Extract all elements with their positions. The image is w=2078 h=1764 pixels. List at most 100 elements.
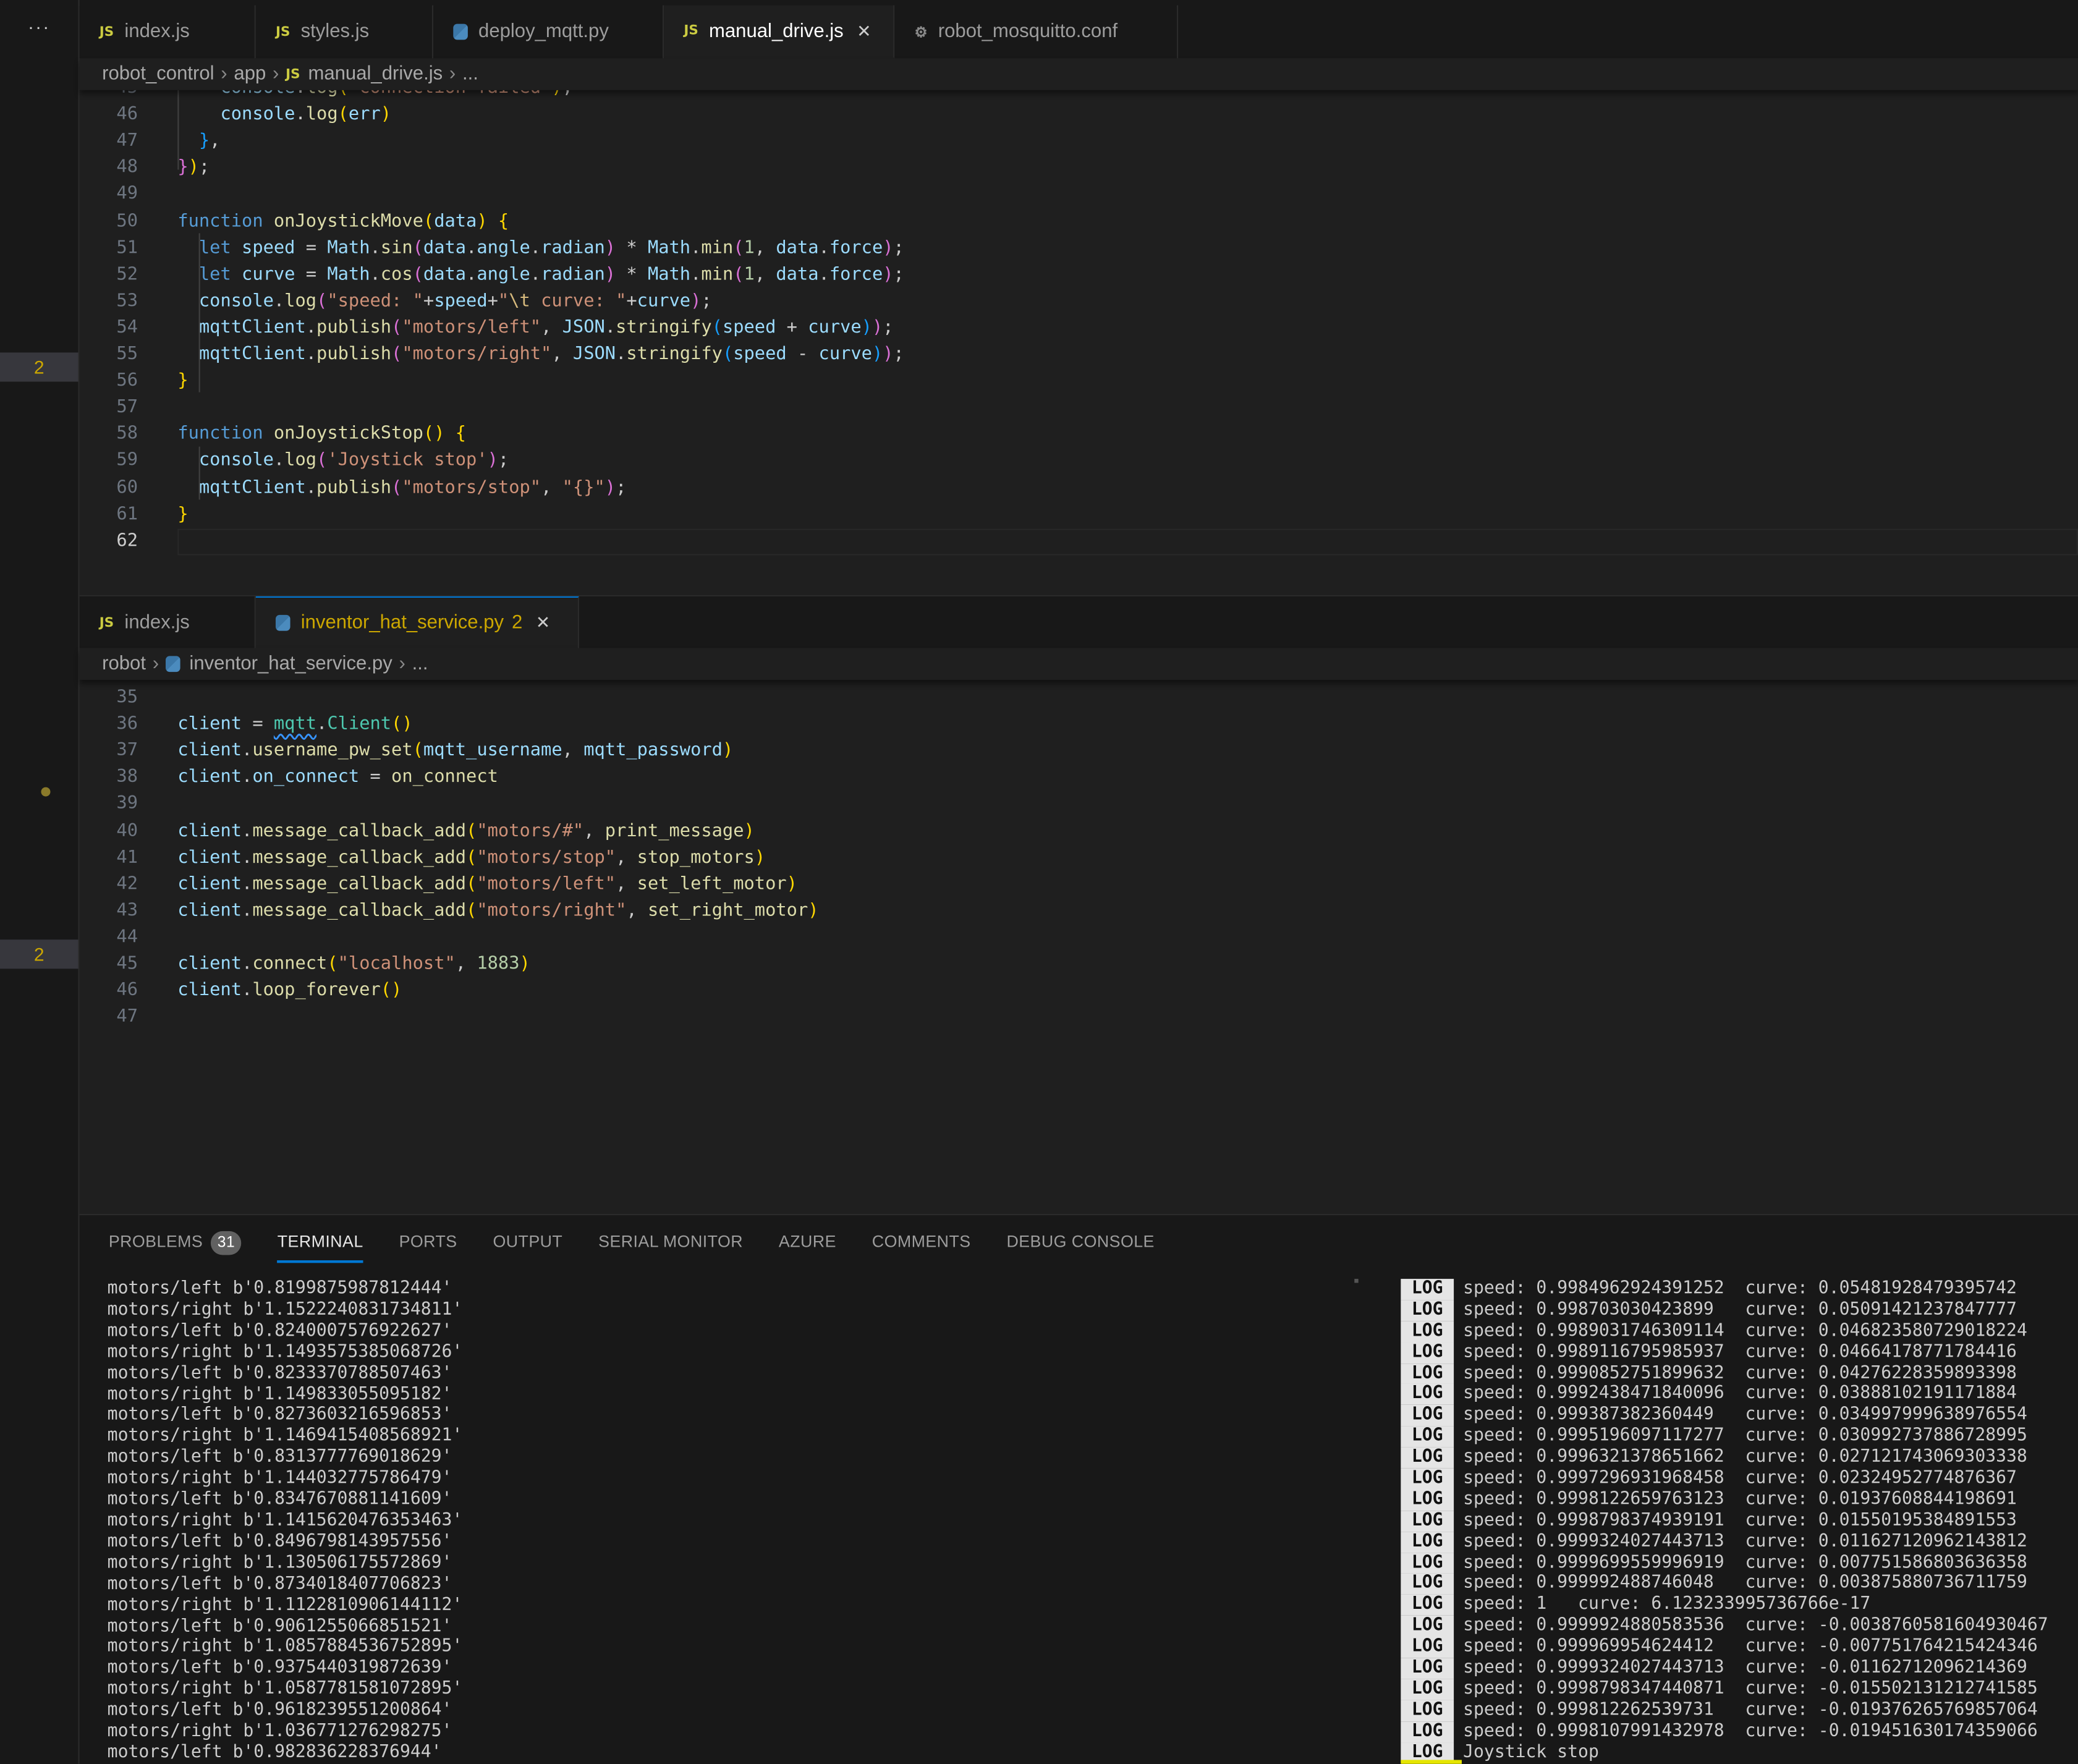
terminal-line: motors/right b'1.1469415408568921'	[107, 1426, 463, 1446]
code-line: 55 mqttClient.publish("motors/right", JS…	[80, 342, 2078, 368]
panel-tab-azure[interactable]: AZURE	[779, 1229, 836, 1263]
code-text[interactable]: let speed = Math.sin(data.angle.radian) …	[177, 235, 904, 262]
code-text[interactable]: });	[177, 155, 210, 182]
code-token: min	[701, 265, 734, 285]
log-level-badge: LOG	[1401, 1553, 1454, 1574]
panel-tab-label: TERMINAL	[277, 1232, 363, 1252]
tab-inventor-hat-service-py[interactable]: inventor_hat_service.py 2 ✕	[255, 596, 579, 650]
python-icon	[453, 23, 468, 40]
code-text[interactable]: },	[177, 129, 221, 155]
code-text[interactable]: client.username_pw_set(mqtt_username, mq…	[177, 739, 733, 765]
breadcrumb-symbols[interactable]: ...	[412, 653, 428, 674]
code-token: (	[466, 821, 477, 841]
line-number: 36	[116, 714, 138, 735]
line-number: 51	[116, 238, 138, 258]
code-text[interactable]: client.on_connect = on_connect	[177, 765, 498, 792]
close-icon[interactable]: ✕	[857, 20, 871, 41]
code-text[interactable]: }	[177, 502, 188, 528]
log-message: speed: 0.9989031746309114 curve: 0.04682…	[1463, 1321, 2027, 1341]
code-token: ;	[498, 451, 509, 472]
breadcrumb-folder-app[interactable]: app	[234, 64, 266, 85]
panel-tab-ports[interactable]: PORTS	[399, 1229, 457, 1263]
breadcrumb-symbols[interactable]: ...	[462, 64, 478, 85]
panel-tab-output[interactable]: OUTPUT	[493, 1229, 562, 1263]
log-message: speed: 0.9997296931968458 curve: 0.02324…	[1463, 1468, 2017, 1488]
breadcrumb-folder-robot[interactable]: robot	[102, 653, 146, 674]
panel-tab-terminal[interactable]: TERMINAL	[277, 1229, 363, 1263]
code-token: force	[829, 265, 883, 285]
code-token: )	[883, 344, 894, 365]
code-token: "speed: "	[327, 291, 423, 312]
chevron-right-icon: ›	[221, 63, 227, 85]
code-token: message_callback_add	[252, 901, 467, 921]
debug-log-output[interactable]: LOG speed: 0.9984962924391252 curve: 0.05…	[1401, 1279, 2048, 1763]
breadcrumb-folder-robot-control[interactable]: robot_control	[102, 64, 214, 85]
panel-tab-label: DEBUG CONSOLE	[1006, 1232, 1155, 1252]
code-text[interactable]: client = mqtt.Client()	[177, 712, 412, 739]
code-text[interactable]: function onJoystickStop() {	[177, 422, 466, 448]
code-token: )	[604, 238, 616, 258]
tab-deploy-mqtt-py[interactable]: deploy_mqtt.py	[433, 5, 664, 59]
code-text[interactable]: mqttClient.publish("motors/left", JSON.s…	[177, 315, 894, 342]
code-line: 44	[80, 925, 2078, 951]
tab-manual-drive-js[interactable]: JS manual_drive.js ✕	[664, 5, 895, 59]
code-token: data	[776, 238, 819, 258]
code-text[interactable]: client.connect("localhost", 1883)	[177, 951, 530, 978]
code-token: curve	[808, 318, 862, 338]
code-token: }	[177, 504, 189, 525]
tab-styles-js[interactable]: JS styles.js	[255, 5, 434, 59]
problem-count-badge[interactable]: 2	[0, 939, 78, 969]
log-level-badge: LOG	[1401, 1342, 1454, 1363]
code-text[interactable]: mqttClient.publish("motors/stop", "{}");	[177, 475, 626, 502]
code-text[interactable]: }	[177, 368, 188, 395]
panel-tab-debug-console[interactable]: DEBUG CONSOLE	[1006, 1229, 1154, 1263]
code-token: 'connection failed'	[349, 90, 551, 98]
panel-tab-comments[interactable]: COMMENTS	[872, 1229, 971, 1263]
code-text[interactable]: let curve = Math.cos(data.angle.radian) …	[177, 262, 904, 289]
code-token: function	[177, 424, 263, 444]
log-entry: LOG speed: 0.999969954624412 curve: -0.00…	[1401, 1637, 2048, 1658]
code-text[interactable]: console.log('Joystick stop');	[177, 449, 509, 475]
panel-tab-serial-monitor[interactable]: SERIAL MONITOR	[598, 1229, 743, 1263]
log-entry: LOG speed: 0.9998122659763123 curve: 0.01…	[1401, 1489, 2048, 1511]
code-text[interactable]: mqttClient.publish("motors/right", JSON.…	[177, 342, 904, 368]
close-icon[interactable]: ✕	[536, 613, 550, 634]
breadcrumb-file[interactable]: inventor_hat_service.py	[189, 653, 392, 674]
code-text[interactable]: function onJoystickMove(data) {	[177, 209, 509, 235]
code-token: .	[604, 318, 616, 338]
log-message: speed: 0.9998107991432978 curve: -0.0194…	[1463, 1721, 2038, 1741]
code-text[interactable]: client.message_callback_add("motors/#", …	[177, 818, 755, 845]
code-text[interactable]: console.log("speed: "+speed+"\t curve: "…	[177, 289, 712, 315]
log-entry: LOG speed: 0.9999324027443713 curve: -0.0…	[1401, 1658, 2048, 1679]
problem-count-badge[interactable]: 2	[0, 352, 78, 382]
code-editor-inventor-hat-service[interactable]: 35 36 client = mqtt.Client() 37 client.usern…	[79, 679, 2078, 1215]
tab-robot-mosquitto-conf[interactable]: ⚙ robot_mosquitto.conf	[894, 5, 1179, 59]
breadcrumb-file[interactable]: manual_drive.js	[308, 64, 443, 85]
code-text[interactable]: client.message_callback_add("motors/stop…	[177, 845, 765, 871]
code-token: (	[391, 344, 402, 365]
more-actions-icon[interactable]: ···	[0, 16, 78, 37]
code-line: 37 client.username_pw_set(mqtt_username, …	[80, 739, 2078, 765]
code-text[interactable]: console.log('connection failed');	[177, 90, 572, 102]
code-token: stringify	[616, 318, 712, 338]
code-text[interactable]: client.loop_forever()	[177, 978, 402, 1005]
code-token: (	[733, 265, 744, 285]
panel-tab-problems[interactable]: PROBLEMS 31	[109, 1229, 242, 1263]
tab-index-js[interactable]: JS index.js	[79, 596, 256, 650]
code-token: .	[242, 740, 253, 761]
tab-index-js[interactable]: JS index.js	[79, 5, 256, 59]
code-token: 'Joystick stop'	[327, 451, 488, 472]
terminal-line: motors/left b'0.9618239551200864'	[107, 1700, 452, 1721]
code-token: .	[242, 901, 253, 921]
code-text[interactable]: client.message_callback_add("motors/left…	[177, 871, 797, 898]
terminal-output[interactable]: motors/left b'0.8199875987812444' motors/…	[108, 1279, 463, 1763]
code-token: ,	[455, 954, 477, 974]
log-message: speed: 0.9995196097117277 curve: 0.03099…	[1463, 1426, 2027, 1446]
terminal-scrollbar[interactable]	[1354, 1279, 1359, 1283]
code-text[interactable]: client.message_callback_add("motors/righ…	[177, 898, 818, 925]
code-token: print_message	[604, 821, 744, 841]
code-editor-manual-drive[interactable]: 45 console.log('connection failed');46 c…	[79, 90, 2078, 595]
code-text[interactable]: console.log(err)	[177, 102, 391, 129]
